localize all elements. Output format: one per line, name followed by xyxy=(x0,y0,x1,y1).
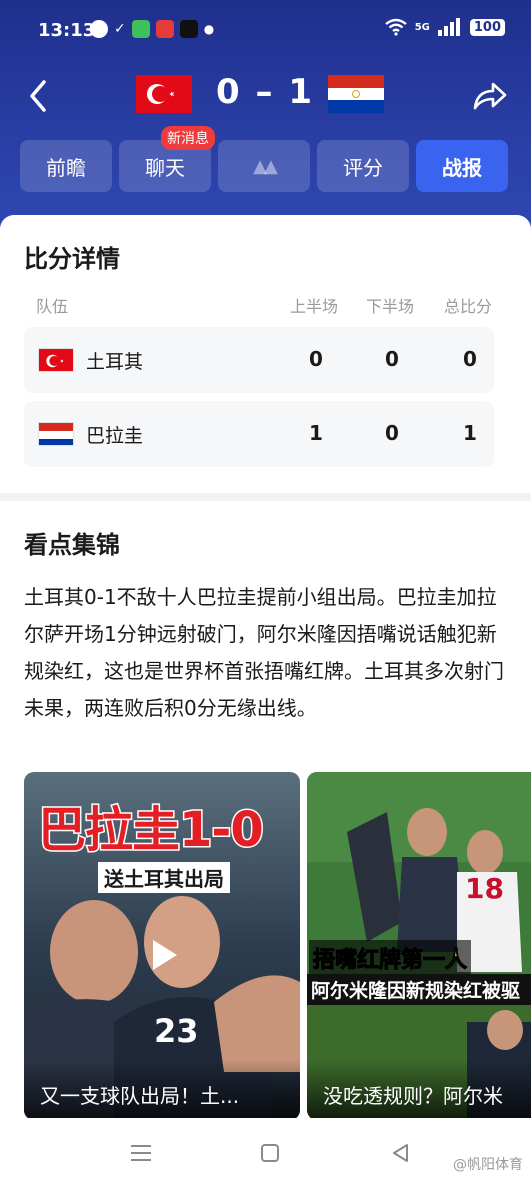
signal-icon xyxy=(437,18,460,36)
system-nav-bar: @帆阳体育 xyxy=(0,1118,531,1184)
tab-label: ▲▲ xyxy=(253,155,278,177)
home-team-flag xyxy=(136,75,192,113)
tab-preview[interactable]: 前瞻 xyxy=(20,140,112,192)
tab-label: 评分 xyxy=(343,155,383,180)
status-bar: 13:13 ✓ ● 5G 100 xyxy=(0,0,531,60)
video-overlay-title: 巴拉圭1-0 xyxy=(37,801,266,860)
tab-label: 聊天 xyxy=(145,155,185,180)
section-divider xyxy=(0,493,531,501)
battery-indicator: 100 xyxy=(469,18,505,36)
total-score: 0 xyxy=(463,347,477,371)
jersey-number: 18 xyxy=(465,872,504,905)
score-table-header: 队伍 上半场 下半场 总比分 xyxy=(24,293,508,317)
header-second-half: 下半场 xyxy=(366,297,415,316)
network-label: 5G xyxy=(414,21,430,33)
tab-chat[interactable]: 新消息 聊天 xyxy=(119,126,215,192)
back-button[interactable] xyxy=(20,74,56,118)
turkey-flag-icon xyxy=(38,348,74,372)
app-green-icon xyxy=(131,20,150,38)
more-dot-icon: ● xyxy=(203,22,215,36)
share-icon xyxy=(473,82,507,110)
team-name: 土耳其 xyxy=(86,351,144,373)
first-half-score: 1 xyxy=(309,421,323,445)
play-icon xyxy=(153,940,177,970)
status-time: 13:13 xyxy=(38,20,96,41)
second-half-score: 0 xyxy=(385,347,399,371)
chevron-left-icon xyxy=(30,80,46,112)
menu-icon xyxy=(131,1145,151,1161)
new-message-badge: 新消息 xyxy=(161,126,215,150)
total-score: 1 xyxy=(463,421,477,445)
status-right: 5G 100 xyxy=(384,18,505,36)
match-header: 13:13 ✓ ● 5G 100 0 – 1 前瞻 新消息 聊天 ▲▲ 评分 战… xyxy=(0,0,531,240)
tab-label: 战报 xyxy=(442,155,482,180)
app-notification-icon xyxy=(90,20,108,38)
jersey-number: 23 xyxy=(154,1012,199,1050)
video-overlay-subtitle: 送土耳其出局 xyxy=(98,862,230,893)
away-team-flag xyxy=(328,75,384,113)
highlight-video-card[interactable]: 18 捂嘴红牌第一人 阿尔米隆因新规染红被驱 没吃透规则？阿尔米 xyxy=(307,772,531,1120)
status-app-icons: ✓ ● xyxy=(90,20,214,38)
score-detail-title: 比分详情 xyxy=(24,245,120,273)
play-button[interactable] xyxy=(139,932,185,978)
recent-apps-button[interactable] xyxy=(126,1138,156,1168)
table-row: 土耳其 0 0 0 xyxy=(24,327,494,393)
highlight-video-card[interactable]: 巴拉圭1-0 送土耳其出局 23 又一支球队出局！土... xyxy=(24,772,300,1120)
app-red-icon xyxy=(155,20,174,38)
home-button[interactable] xyxy=(255,1138,285,1168)
video-overlay-subtitle: 阿尔米隆因新规染红被驱 xyxy=(307,974,531,1005)
table-row: 巴拉圭 1 0 1 xyxy=(24,401,494,467)
check-icon: ✓ xyxy=(114,21,126,37)
tab-label: 前瞻 xyxy=(46,155,86,180)
watermark: @帆阳体育 xyxy=(453,1157,523,1173)
header-total: 总比分 xyxy=(444,297,493,316)
second-half-score: 0 xyxy=(385,421,399,445)
video-overlay-title: 捂嘴红牌第一人 xyxy=(309,940,472,976)
highlights-title: 看点集锦 xyxy=(24,531,120,559)
report-content: 比分详情 队伍 上半场 下半场 总比分 土耳其 0 0 0 巴拉圭 1 0 1 … xyxy=(0,215,531,1184)
tab-ratings[interactable]: 评分 xyxy=(317,140,409,192)
match-score: 0 – 1 xyxy=(216,72,314,112)
header-first-half: 上半场 xyxy=(290,297,339,316)
video-caption: 又一支球队出局！土... xyxy=(24,1060,300,1120)
first-half-score: 0 xyxy=(309,347,323,371)
match-summary: 土耳其0-1不敌十人巴拉圭提前小组出局。巴拉圭加拉尔萨开场1分钟远射破门，阿尔米… xyxy=(24,585,504,720)
share-button[interactable] xyxy=(471,76,509,114)
tab-blurred[interactable]: ▲▲ xyxy=(218,140,310,192)
tiktok-icon xyxy=(179,20,198,38)
turkey-flag-icon xyxy=(136,75,192,113)
tab-report[interactable]: 战报 xyxy=(416,140,508,192)
paraguay-flag-icon xyxy=(38,422,74,446)
triangle-back-icon xyxy=(393,1144,408,1162)
team-name: 巴拉圭 xyxy=(86,425,144,447)
match-tabs: 前瞻 新消息 聊天 ▲▲ 评分 战报 xyxy=(20,126,512,192)
header-team: 队伍 xyxy=(36,297,69,316)
match-bar: 0 – 1 xyxy=(0,70,531,122)
square-icon xyxy=(261,1144,279,1162)
wifi-icon xyxy=(384,18,407,36)
back-nav-button[interactable] xyxy=(386,1138,416,1168)
paraguay-flag-icon xyxy=(328,75,384,113)
video-caption: 没吃透规则？阿尔米 xyxy=(307,1060,531,1120)
